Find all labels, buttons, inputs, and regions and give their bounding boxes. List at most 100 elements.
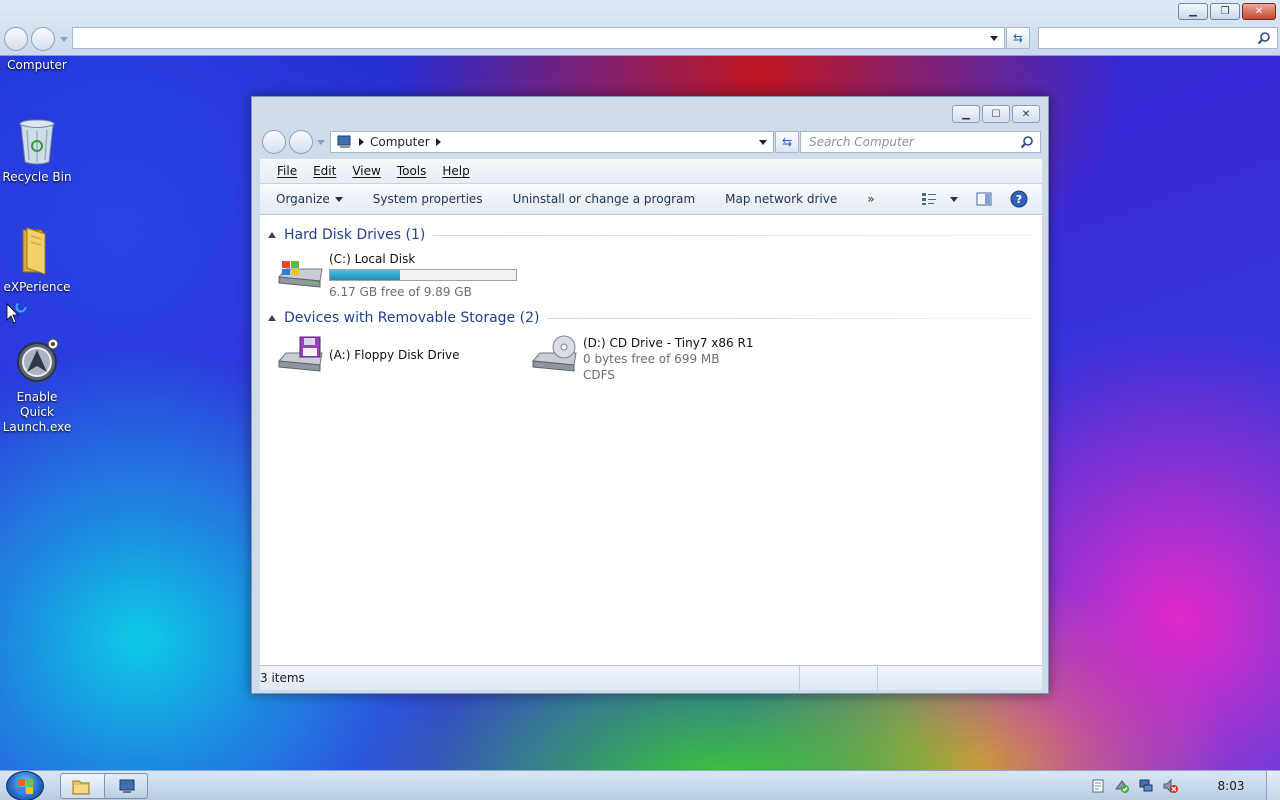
recent-pages-icon[interactable] — [317, 140, 325, 145]
drive-a[interactable]: (A:) Floppy Disk Drive — [276, 335, 460, 375]
top-refresh-button[interactable]: ⇆ — [1006, 27, 1030, 49]
change-view-button[interactable] — [921, 192, 958, 206]
taskbar: 8:03 — [0, 770, 1280, 800]
address-row: Computer ⇆ Search Computer — [260, 130, 1041, 154]
breadcrumb[interactable]: Computer — [330, 131, 774, 153]
uninstall-program-button[interactable]: Uninstall or change a program — [513, 192, 696, 206]
drive-file-system: CDFS — [583, 368, 615, 382]
minimize-icon: ▁ — [1189, 6, 1197, 17]
start-button[interactable] — [6, 771, 44, 800]
group-header-hard-disk[interactable]: Hard Disk Drives (1) — [268, 225, 1034, 245]
search-icon[interactable] — [1020, 135, 1034, 149]
organize-button[interactable]: Organize — [276, 192, 343, 206]
desktop-icon-experience[interactable]: eXPerience — [0, 226, 74, 295]
group-header-removable[interactable]: Devices with Removable Storage (2) — [268, 308, 1034, 328]
clock[interactable]: 8:03 — [1196, 779, 1266, 793]
top-search-box[interactable] — [1038, 27, 1278, 49]
system-properties-button[interactable]: System properties — [373, 192, 483, 206]
computer-icon — [119, 779, 135, 793]
menu-bar: File Edit View Tools Help — [260, 159, 1042, 184]
desktop-icon-label: Enable Quick Launch.exe — [2, 390, 72, 434]
collapse-icon[interactable] — [268, 315, 276, 321]
drive-free-space: 6.17 GB free of 9.89 GB — [329, 285, 472, 299]
volume-muted-icon[interactable] — [1162, 778, 1178, 794]
refresh-icon: ⇆ — [781, 135, 793, 149]
close-button[interactable]: ✕ — [1012, 105, 1040, 123]
menu-view[interactable]: View — [352, 164, 380, 178]
file-list: Hard Disk Drives (1) (C:) Local Disk 6.1… — [260, 215, 1042, 665]
menu-tools[interactable]: Tools — [397, 164, 427, 178]
breadcrumb-separator-icon[interactable] — [435, 138, 441, 146]
menu-file[interactable]: File — [277, 164, 297, 178]
status-segment: 3 items — [260, 666, 800, 690]
desktop-computer-label[interactable]: Computer — [0, 58, 74, 72]
top-restore-button[interactable]: ❐ — [1210, 3, 1240, 20]
action-center-icon[interactable] — [1090, 778, 1106, 794]
network-icon[interactable] — [1138, 778, 1154, 794]
windows-logo-icon — [18, 779, 33, 794]
drive-c[interactable]: (C:) Local Disk 6.17 GB free of 9.89 GB — [276, 251, 517, 300]
close-icon: ✕ — [1021, 108, 1031, 120]
top-address-bar[interactable] — [72, 27, 1005, 49]
minimize-icon: ▁ — [962, 108, 970, 120]
recycle-bin-icon — [15, 116, 59, 166]
background-explorer-frame: ▁ ❐ ✕ ⇆ — [0, 0, 1280, 56]
floppy-drive-icon — [276, 335, 324, 375]
hard-disk-icon — [276, 251, 324, 291]
status-item-count: 3 items — [260, 671, 305, 685]
preview-pane-icon[interactable] — [976, 191, 992, 207]
folder-icon — [15, 226, 59, 276]
view-tools: ? — [921, 190, 1028, 208]
collapse-icon[interactable] — [268, 232, 276, 238]
desktop-icon-label: Recycle Bin — [2, 170, 72, 184]
chevron-down-icon — [334, 197, 343, 202]
top-close-button[interactable]: ✕ — [1242, 3, 1276, 20]
window-caption-buttons: ▁ ☐ ✕ — [952, 105, 1040, 123]
group-title: Hard Disk Drives (1) — [284, 227, 426, 243]
drive-name: (D:) CD Drive - Tiny7 x86 R1 — [583, 336, 754, 350]
drive-d[interactable]: (D:) CD Drive - Tiny7 x86 R1 0 bytes fre… — [530, 335, 753, 383]
group-divider — [433, 234, 1034, 236]
desktop-icon-label: eXPerience — [3, 280, 71, 294]
view-options-icon — [922, 193, 936, 205]
minimize-button[interactable]: ▁ — [952, 105, 980, 123]
group-title: Devices with Removable Storage (2) — [284, 310, 540, 326]
map-network-drive-button[interactable]: Map network drive — [725, 192, 837, 206]
close-icon: ✕ — [1254, 6, 1264, 17]
security-icon[interactable] — [1114, 778, 1130, 794]
breadcrumb-separator-icon[interactable] — [359, 138, 364, 146]
svg-text:?: ? — [1016, 193, 1022, 206]
refresh-button[interactable]: ⇆ — [775, 131, 799, 153]
menu-edit[interactable]: Edit — [313, 164, 336, 178]
menu-help[interactable]: Help — [442, 164, 469, 178]
taskbar-computer-button[interactable] — [104, 773, 148, 799]
search-input[interactable]: Search Computer — [800, 131, 1041, 153]
forward-button[interactable] — [289, 130, 313, 154]
more-commands-button[interactable]: » — [867, 192, 874, 206]
drive-name: (A:) Floppy Disk Drive — [329, 348, 460, 362]
drive-name: (C:) Local Disk — [329, 252, 416, 266]
busy-cursor-icon — [6, 303, 27, 324]
command-bar: Organize System properties Uninstall or … — [260, 184, 1042, 215]
top-recent-pages-icon[interactable] — [60, 37, 68, 42]
desktop-icon-recycle-bin[interactable]: Recycle Bin — [0, 116, 74, 185]
help-icon[interactable]: ? — [1010, 190, 1028, 208]
refresh-icon: ⇆ — [1012, 31, 1024, 45]
organize-label: Organize — [276, 192, 330, 206]
breadcrumb-item-computer[interactable]: Computer — [370, 135, 430, 149]
status-segment — [800, 666, 878, 690]
desktop-icon-enable-quick-launch[interactable]: Enable Quick Launch.exe — [0, 336, 74, 435]
search-placeholder: Search Computer — [809, 135, 914, 149]
show-desktop-button[interactable] — [1266, 771, 1280, 800]
status-bar: 3 items — [260, 665, 1042, 690]
top-back-button[interactable] — [4, 27, 28, 51]
maximize-button[interactable]: ☐ — [982, 105, 1010, 123]
restore-icon: ❐ — [1220, 6, 1230, 17]
address-dropdown-icon[interactable] — [759, 140, 767, 145]
explorer-window: ▁ ☐ ✕ Computer ⇆ Search Computer File Ed… — [251, 96, 1049, 694]
top-minimize-button[interactable]: ▁ — [1178, 3, 1208, 20]
top-address-dropdown-icon[interactable] — [990, 36, 998, 41]
top-forward-button[interactable] — [31, 27, 55, 51]
back-button[interactable] — [262, 130, 286, 154]
chevron-down-icon — [950, 196, 958, 202]
